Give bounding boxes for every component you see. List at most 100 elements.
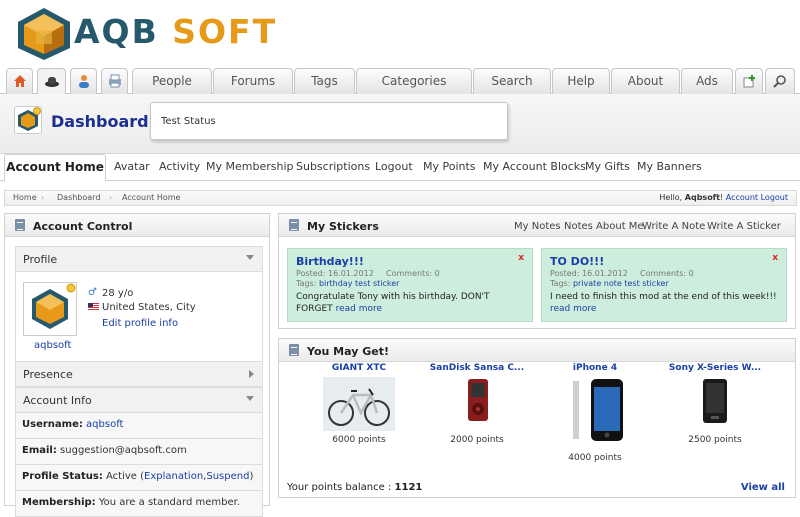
subnav-my-banners[interactable]: My Banners [637,160,702,173]
subnav-my-membership[interactable]: My Membership [206,160,293,173]
iphone-image[interactable] [571,377,625,443]
avatar[interactable] [23,282,77,336]
sticker-text: I need to finish this mod at the end of … [550,291,778,315]
read-more-link[interactable]: read more [336,304,382,314]
username-row: Username: aqbsoft [15,413,263,439]
breadcrumb-dashboard[interactable]: Dashboard [57,191,100,205]
write-a-note-link[interactable]: Write A Note [642,221,705,232]
profile-section-toggle[interactable]: Profile [15,246,263,272]
subnav-logout[interactable]: Logout [375,160,413,173]
tag-link[interactable]: test [624,279,639,288]
edit-profile-link[interactable]: Edit profile info [102,318,178,329]
account-subnav: Account Home Avatar Activity My Membersh… [0,154,800,182]
sticker-posted: Posted: 16.01.2012 [550,269,628,278]
tab-forums[interactable]: Forums [213,68,293,94]
tags-label: Tags: [296,279,317,288]
subnav-my-gifts[interactable]: My Gifts [585,160,630,173]
view-all-link[interactable]: View all [741,482,785,493]
reward-points: 6000 points [332,435,386,445]
presence-section-toggle[interactable]: Presence [15,361,263,387]
status-suspend-link[interactable]: Suspend [206,471,249,482]
avatar-username-link[interactable]: aqbsoft [34,340,71,351]
my-stickers-title: My Stickers [307,220,379,233]
home-icon [13,75,26,87]
sticker-text: Congratulate Tony with his birthday. DON… [296,291,524,315]
email-value: suggestion@aqbsoft.com [60,445,187,456]
chevron-down-icon [246,255,254,260]
tab-ads[interactable]: Ads [681,68,733,94]
subnav-subscriptions[interactable]: Subscriptions [296,160,370,173]
chevron-right-icon [249,370,254,378]
sticker-title[interactable]: TO DO!!! [550,255,604,268]
document-icon [289,219,299,231]
status-explanation-link[interactable]: Explanation [144,471,203,482]
sony-walkman-image[interactable] [699,377,731,427]
logo-icon[interactable] [14,6,74,62]
logo-text[interactable]: AQB SOFT [74,12,277,51]
tab-categories[interactable]: Categories [356,68,472,94]
tab-print[interactable] [101,68,128,94]
username-link[interactable]: aqbsoft [86,419,123,430]
tab-account[interactable] [37,68,66,94]
subnav-my-points[interactable]: My Points [423,160,476,173]
bicycle-image[interactable] [323,377,395,431]
account-logout-link[interactable]: Account Logout [726,193,788,202]
tag-link[interactable]: sticker [642,279,668,288]
mp3-player-image[interactable] [462,377,494,425]
sticker-title[interactable]: Birthday!!! [296,255,364,268]
tag-link[interactable]: private note [573,279,622,288]
account-info-section-toggle[interactable]: Account Info [15,387,263,413]
close-icon[interactable]: x [518,253,524,263]
subnav-my-account-blocks[interactable]: My Account Blocks [483,160,586,173]
breadcrumb-home[interactable]: Home [13,191,37,205]
tag-link[interactable]: sticker [373,279,399,288]
profile-status-key: Profile Status: [22,471,103,482]
write-a-sticker-link[interactable]: Write A Sticker [707,221,781,232]
reward-name-link[interactable]: iPhone 4 [535,363,655,373]
us-flag-icon [88,303,99,311]
tab-add-page[interactable] [735,68,763,94]
hello-label: Hello, [659,193,683,202]
tab-help[interactable]: Help [552,68,610,94]
user-hat-icon [44,77,59,87]
breadcrumb-account-home: Account Home [122,193,181,202]
tags-label: Tags: [550,279,571,288]
subnav-account-home[interactable]: Account Home [4,154,106,182]
gender-icon: ♂ [88,287,97,298]
hello-username: Aqbsoft [684,193,720,202]
my-stickers-panel: My Stickers My Notes Notes About Me Writ… [278,213,796,329]
reward-name-link[interactable]: SanDisk Sansa C... [417,363,537,373]
points-balance-value: 1121 [394,482,423,493]
close-icon[interactable]: x [772,253,778,263]
tag-link[interactable]: birthday [319,279,353,288]
tab-tags[interactable]: Tags [294,68,355,94]
reward-name-link[interactable]: GIANT XTC [299,363,419,373]
you-may-get-title: You May Get! [307,345,389,358]
hello-text: Hello, Aqbsoft! Account Logout [659,191,788,205]
tab-search[interactable]: Search [473,68,551,94]
reward-points: 2500 points [688,435,742,445]
breadcrumb-separator: › [41,193,45,202]
search-icon [773,75,786,88]
tab-people-icon[interactable] [70,68,97,94]
profile-section: aqbsoft ♂ 28 y/o United States, City Edi… [15,272,263,364]
email-key: Email: [22,445,57,456]
reward-item: Sony X-Series W... 2500 points [655,363,775,473]
subnav-avatar[interactable]: Avatar [114,160,150,173]
tab-people[interactable]: People [132,68,212,94]
read-more-link[interactable]: read more [550,304,596,314]
status-box[interactable]: Test Status [150,102,508,140]
my-notes-link[interactable]: My Notes [514,221,561,232]
tab-home[interactable] [6,68,33,94]
sticker-body: Congratulate Tony with his birthday. DON… [296,292,490,314]
you-may-get-header: You May Get! [279,339,795,362]
tab-about[interactable]: About [611,68,680,94]
reward-name-link[interactable]: Sony X-Series W... [655,363,775,373]
hello-separator: ! [720,193,724,202]
tag-link[interactable]: test [355,279,370,288]
account-control-title: Account Control [33,220,133,233]
subnav-activity[interactable]: Activity [159,160,200,173]
tab-search-icon[interactable] [765,68,795,94]
membership-key: Membership: [22,497,96,508]
notes-about-me-link[interactable]: Notes About Me [564,221,644,232]
